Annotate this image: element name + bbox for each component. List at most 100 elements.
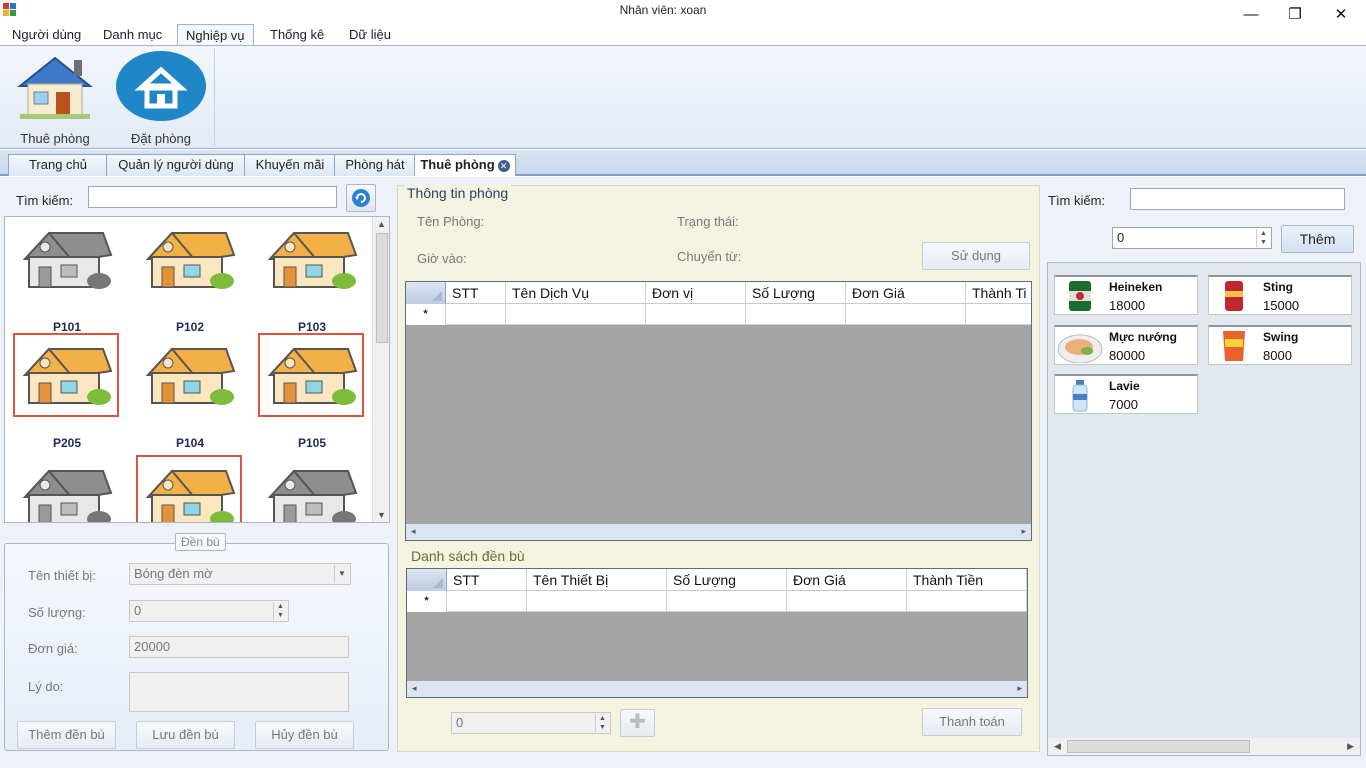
scroll-left-icon[interactable]: ◀ — [1054, 741, 1061, 752]
grid-cell[interactable] — [527, 591, 667, 612]
stepper-arrows-icon[interactable]: ▲ ▼ — [1256, 229, 1270, 247]
ly-do-field[interactable] — [129, 672, 349, 712]
room-tile[interactable] — [12, 455, 116, 522]
huy-den-bu-button[interactable]: Hủy đền bù — [255, 721, 354, 749]
den-bu-grid-new-row[interactable]: * — [407, 591, 1027, 612]
grid-cell[interactable] — [787, 591, 907, 612]
den-bu-grid[interactable]: STT Tên Thiết Bị Số Lượng Đơn Giá Thành Tiền… — [406, 568, 1028, 698]
service-card[interactable]: Sting 15000 — [1208, 275, 1352, 315]
house-icon — [17, 56, 93, 119]
den-bu-title[interactable]: Đền bù — [175, 533, 226, 551]
doc-tab-khuyen-mai[interactable]: Khuyến mãi — [244, 154, 336, 176]
service-grid-hscroll[interactable]: ◂ ▸ — [406, 524, 1031, 540]
grid-cell[interactable] — [746, 304, 846, 325]
column-header[interactable]: STT — [446, 282, 506, 304]
den-bu-grid-hscroll[interactable]: ◂ ▸ — [407, 681, 1027, 697]
don-gia-value: 20000 — [134, 639, 171, 654]
grid-cell[interactable] — [646, 304, 746, 325]
column-header[interactable]: Đơn Giá — [846, 282, 966, 304]
grid-select-all[interactable] — [406, 282, 446, 304]
column-header[interactable]: Thành Ti — [966, 282, 1031, 304]
luu-den-bu-button[interactable]: Lưu đền bù — [136, 721, 235, 749]
scroll-right-icon[interactable]: ▶ — [1347, 741, 1354, 752]
service-card[interactable]: Mực nướng 80000 — [1054, 325, 1198, 365]
column-header[interactable]: Số Lượng — [746, 282, 846, 304]
them-button[interactable]: Thêm — [1281, 225, 1354, 253]
service-card[interactable]: Swing 8000 — [1208, 325, 1352, 365]
grid-cell[interactable] — [907, 591, 1027, 612]
them-den-bu-button[interactable]: Thêm đền bù — [17, 721, 116, 749]
column-header[interactable]: Thành Tiền — [907, 569, 1027, 591]
room-tile[interactable]: P101 — [12, 217, 116, 334]
room-tile[interactable]: P102 — [135, 217, 239, 334]
scroll-left-icon[interactable]: ◂ — [412, 683, 417, 694]
grid-cell[interactable] — [667, 591, 787, 612]
doc-tab-thue-phong[interactable]: Thuê phòng ✕ — [414, 154, 516, 176]
scroll-up-icon[interactable]: ▲ — [377, 219, 386, 229]
house-orange-icon — [145, 347, 236, 405]
column-header[interactable]: Đơn vị — [646, 282, 746, 304]
service-qty-stepper[interactable]: 0 ▲ ▼ — [1112, 227, 1272, 249]
doc-tab-trang-chu[interactable]: Trang chủ — [8, 154, 108, 176]
scroll-right-icon[interactable]: ▸ — [1021, 526, 1026, 537]
scroll-down-icon[interactable]: ▼ — [377, 510, 386, 520]
grid-select-all[interactable] — [407, 569, 447, 591]
so-luong-stepper[interactable]: 0 ▲ ▼ — [129, 600, 289, 622]
column-header[interactable]: Tên Dịch Vụ — [506, 282, 646, 304]
scroll-right-icon[interactable]: ▸ — [1017, 683, 1022, 694]
room-list-scrollbar[interactable]: ▲ ▼ — [372, 217, 389, 522]
column-header[interactable]: Đơn Giá — [787, 569, 907, 591]
room-search-input[interactable] — [88, 186, 337, 208]
house-orange-icon — [13, 333, 119, 417]
scroll-thumb[interactable] — [376, 233, 388, 343]
grid-cell[interactable] — [446, 304, 506, 325]
service-grid-new-row[interactable]: * — [406, 304, 1031, 325]
column-header[interactable]: STT — [447, 569, 527, 591]
scroll-left-icon[interactable]: ◂ — [411, 526, 416, 537]
service-card[interactable]: Lavie 7000 — [1054, 374, 1198, 414]
service-list-hscroll[interactable]: ◀ ▶ — [1048, 738, 1360, 755]
ribbon-tab-du-lieu[interactable]: Dữ liệu — [341, 24, 399, 47]
doc-tab-phong-hat[interactable]: Phòng hát — [334, 154, 416, 176]
ribbon-tab-nguoi-dung[interactable]: Người dùng — [4, 24, 89, 47]
bottom-qty-stepper[interactable]: 0 ▲ ▼ — [451, 712, 611, 734]
column-header[interactable]: Tên Thiết Bị — [527, 569, 667, 591]
dat-phong-label: Đặt phòng — [131, 131, 191, 146]
room-tile[interactable]: P205 — [12, 333, 119, 450]
service-search-input[interactable] — [1130, 188, 1345, 210]
document-tab-bar: Trang chủ Quản lý người dùng Khuyến mãi … — [0, 150, 1366, 176]
ribbon-panel: Thuê phòng Đặt phòng — [0, 45, 1366, 149]
room-tile[interactable]: P105 — [257, 333, 364, 450]
room-tile[interactable]: P104 — [135, 333, 239, 450]
new-row-marker: * — [406, 304, 446, 325]
ribbon-tab-danh-muc[interactable]: Danh mục — [95, 24, 170, 47]
service-name: Heineken — [1109, 280, 1163, 294]
close-tab-icon[interactable]: ✕ — [497, 159, 510, 172]
column-header[interactable]: Số Lượng — [667, 569, 787, 591]
add-button[interactable]: ✚ — [620, 709, 655, 737]
hscroll-thumb[interactable] — [1067, 740, 1250, 753]
room-tile[interactable] — [135, 455, 242, 522]
thue-phong-button[interactable]: Thuê phòng — [5, 50, 105, 148]
ten-thiet-bi-combobox[interactable]: Bóng đèn mờ ▼ — [129, 563, 351, 585]
grid-cell[interactable] — [506, 304, 646, 325]
ribbon-tab-thong-ke[interactable]: Thống kê — [262, 24, 332, 47]
room-tile[interactable]: P103 — [257, 217, 361, 334]
room-name: P105 — [297, 436, 327, 450]
ribbon-tab-nghiep-vu[interactable]: Nghiệp vụ — [177, 24, 254, 47]
su-dung-button[interactable]: Sử dụng — [922, 242, 1030, 270]
room-tile[interactable] — [257, 455, 361, 522]
thanh-toan-button[interactable]: Thanh toán — [922, 708, 1022, 736]
service-grid[interactable]: STT Tên Dịch Vụ Đơn vị Số Lượng Đơn Giá Thành… — [405, 281, 1032, 541]
dat-phong-button[interactable]: Đặt phòng — [111, 50, 211, 148]
chevron-down-icon[interactable]: ▼ — [334, 565, 349, 583]
stepper-arrows-icon[interactable]: ▲ ▼ — [595, 714, 609, 732]
grid-cell[interactable] — [447, 591, 527, 612]
grid-cell[interactable] — [966, 304, 1031, 325]
service-card[interactable]: Heineken 18000 — [1054, 275, 1198, 315]
grid-cell[interactable] — [846, 304, 966, 325]
stepper-arrows-icon[interactable]: ▲ ▼ — [273, 602, 287, 620]
refresh-button[interactable] — [346, 184, 376, 212]
doc-tab-quan-ly-nguoi-dung[interactable]: Quản lý người dùng — [106, 154, 246, 176]
don-gia-field[interactable]: 20000 — [129, 636, 349, 658]
